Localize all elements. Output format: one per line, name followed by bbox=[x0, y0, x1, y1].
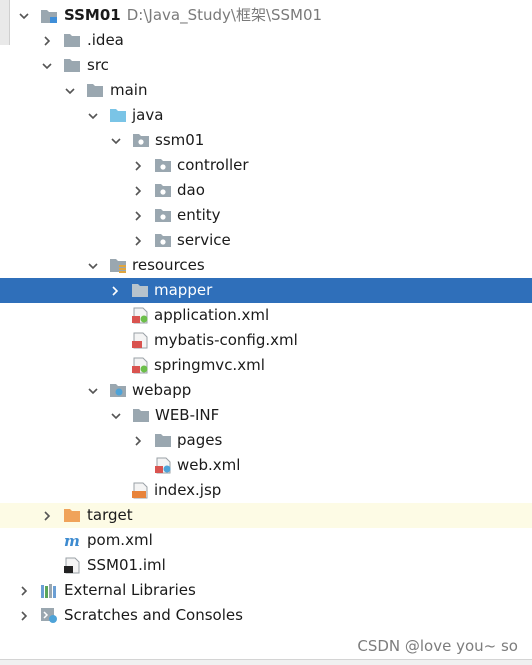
resources-folder-icon bbox=[109, 257, 127, 274]
tree-label-pom-xml: pom.xml bbox=[87, 531, 153, 549]
library-icon bbox=[40, 582, 58, 599]
web-xml-file-icon bbox=[154, 457, 172, 474]
source-folder-icon bbox=[109, 107, 127, 124]
tree-label-mapper: mapper bbox=[154, 281, 213, 299]
tree-label-controller: controller bbox=[177, 156, 249, 174]
tree-label-external-libraries: External Libraries bbox=[64, 581, 196, 599]
tree-label-ssm01: ssm01 bbox=[155, 131, 205, 149]
tree-row-pages[interactable]: pages bbox=[0, 428, 532, 453]
tree-row-mybatis-config-xml[interactable]: mybatis-config.xml bbox=[0, 328, 532, 353]
maven-icon: m bbox=[63, 532, 81, 549]
tree-row-controller[interactable]: controller bbox=[0, 153, 532, 178]
spring-xml-file-icon bbox=[131, 307, 149, 324]
tree-row-dao[interactable]: dao bbox=[0, 178, 532, 203]
tree-label-src: src bbox=[87, 56, 109, 74]
tree-label-idea: .idea bbox=[87, 31, 124, 49]
tree-row-application-xml[interactable]: application.xml bbox=[0, 303, 532, 328]
tree-row-springmvc-xml[interactable]: springmvc.xml bbox=[0, 353, 532, 378]
module-file-icon bbox=[63, 557, 81, 574]
tree-row-entity[interactable]: entity bbox=[0, 203, 532, 228]
tree-row-web-xml[interactable]: web.xml bbox=[0, 453, 532, 478]
tree-label-main: main bbox=[110, 81, 148, 99]
tree-label-web-xml: web.xml bbox=[177, 456, 241, 474]
tree-row-java[interactable]: java bbox=[0, 103, 532, 128]
package-icon bbox=[154, 232, 172, 249]
folder-icon bbox=[86, 82, 104, 99]
project-name: SSM01 bbox=[64, 6, 121, 24]
tree-row-iml[interactable]: SSM01.iml bbox=[0, 553, 532, 578]
chevron-right-icon[interactable] bbox=[131, 178, 145, 203]
web-folder-icon bbox=[109, 382, 127, 399]
chevron-right-icon[interactable] bbox=[108, 278, 122, 303]
tree-label-entity: entity bbox=[177, 206, 221, 224]
tree-label-iml: SSM01.iml bbox=[87, 556, 166, 574]
tree-label-mybatis-config-xml: mybatis-config.xml bbox=[154, 331, 298, 349]
tree-row-resources[interactable]: resources bbox=[0, 253, 532, 278]
tree-label-springmvc-xml: springmvc.xml bbox=[154, 356, 265, 374]
tree-label-target: target bbox=[87, 506, 133, 524]
tree-label-dao: dao bbox=[177, 181, 205, 199]
chevron-down-icon[interactable] bbox=[86, 103, 100, 128]
chevron-down-icon[interactable] bbox=[17, 3, 31, 28]
chevron-right-icon[interactable] bbox=[40, 503, 54, 528]
folder-icon bbox=[131, 282, 149, 299]
chevron-right-icon[interactable] bbox=[131, 153, 145, 178]
package-icon bbox=[154, 157, 172, 174]
svg-text:m: m bbox=[64, 533, 80, 549]
tree-row-target[interactable]: target bbox=[0, 503, 532, 528]
project-path: D:\Java_Study\框架\SSM01 bbox=[126, 6, 323, 24]
folder-icon bbox=[63, 32, 81, 49]
tree-label-webapp: webapp bbox=[132, 381, 192, 399]
spring-xml-file-icon bbox=[131, 357, 149, 374]
folder-icon bbox=[132, 407, 150, 424]
tree-row-external-libraries[interactable]: External Libraries bbox=[0, 578, 532, 603]
tree-row-service[interactable]: service bbox=[0, 228, 532, 253]
jsp-file-icon bbox=[131, 482, 149, 499]
chevron-right-icon[interactable] bbox=[131, 428, 145, 453]
tree-label-index-jsp: index.jsp bbox=[154, 481, 222, 499]
chevron-right-icon[interactable] bbox=[131, 228, 145, 253]
folder-icon bbox=[63, 57, 81, 74]
tree-label-web-inf: WEB-INF bbox=[155, 406, 220, 424]
tree-label-scratches: Scratches and Consoles bbox=[64, 606, 243, 624]
chevron-down-icon[interactable] bbox=[40, 53, 54, 78]
tree-row-webapp[interactable]: webapp bbox=[0, 378, 532, 403]
package-icon bbox=[154, 207, 172, 224]
tree-row-web-inf[interactable]: WEB-INF bbox=[0, 403, 532, 428]
module-folder-icon bbox=[40, 7, 58, 24]
package-icon bbox=[154, 182, 172, 199]
tree-row-mapper[interactable]: mapper bbox=[0, 278, 532, 303]
tree-label-resources: resources bbox=[132, 256, 205, 274]
scratches-icon bbox=[40, 607, 58, 624]
chevron-right-icon[interactable] bbox=[131, 203, 145, 228]
tree-label-java: java bbox=[132, 106, 164, 124]
excluded-folder-icon bbox=[63, 507, 81, 524]
tree-label-service: service bbox=[177, 231, 231, 249]
tree-row-scratches[interactable]: Scratches and Consoles bbox=[0, 603, 532, 628]
tree-row-index-jsp[interactable]: index.jsp bbox=[0, 478, 532, 503]
project-tree: SSM01 D:\Java_Study\框架\SSM01 .idea src ma… bbox=[0, 3, 532, 628]
chevron-right-icon[interactable] bbox=[17, 603, 31, 628]
tree-row-package-ssm01[interactable]: ssm01 bbox=[0, 128, 532, 153]
chevron-down-icon[interactable] bbox=[86, 253, 100, 278]
chevron-right-icon[interactable] bbox=[40, 28, 54, 53]
chevron-down-icon[interactable] bbox=[109, 128, 123, 153]
tree-row-src[interactable]: src bbox=[0, 53, 532, 78]
tree-row-pom-xml[interactable]: m pom.xml bbox=[0, 528, 532, 553]
chevron-right-icon[interactable] bbox=[17, 578, 31, 603]
tree-row-idea[interactable]: .idea bbox=[0, 28, 532, 53]
tree-label-pages: pages bbox=[177, 431, 223, 449]
package-icon bbox=[132, 132, 150, 149]
tree-label-application-xml: application.xml bbox=[154, 306, 270, 324]
tree-row-project-root[interactable]: SSM01 D:\Java_Study\框架\SSM01 bbox=[0, 3, 532, 28]
chevron-down-icon[interactable] bbox=[86, 378, 100, 403]
watermark: CSDN @love you~ so bbox=[357, 637, 518, 655]
folder-icon bbox=[154, 432, 172, 449]
chevron-down-icon[interactable] bbox=[109, 403, 123, 428]
chevron-down-icon[interactable] bbox=[63, 78, 77, 103]
tree-row-main[interactable]: main bbox=[0, 78, 532, 103]
xml-file-icon bbox=[131, 332, 149, 349]
bottom-edge bbox=[0, 659, 532, 665]
